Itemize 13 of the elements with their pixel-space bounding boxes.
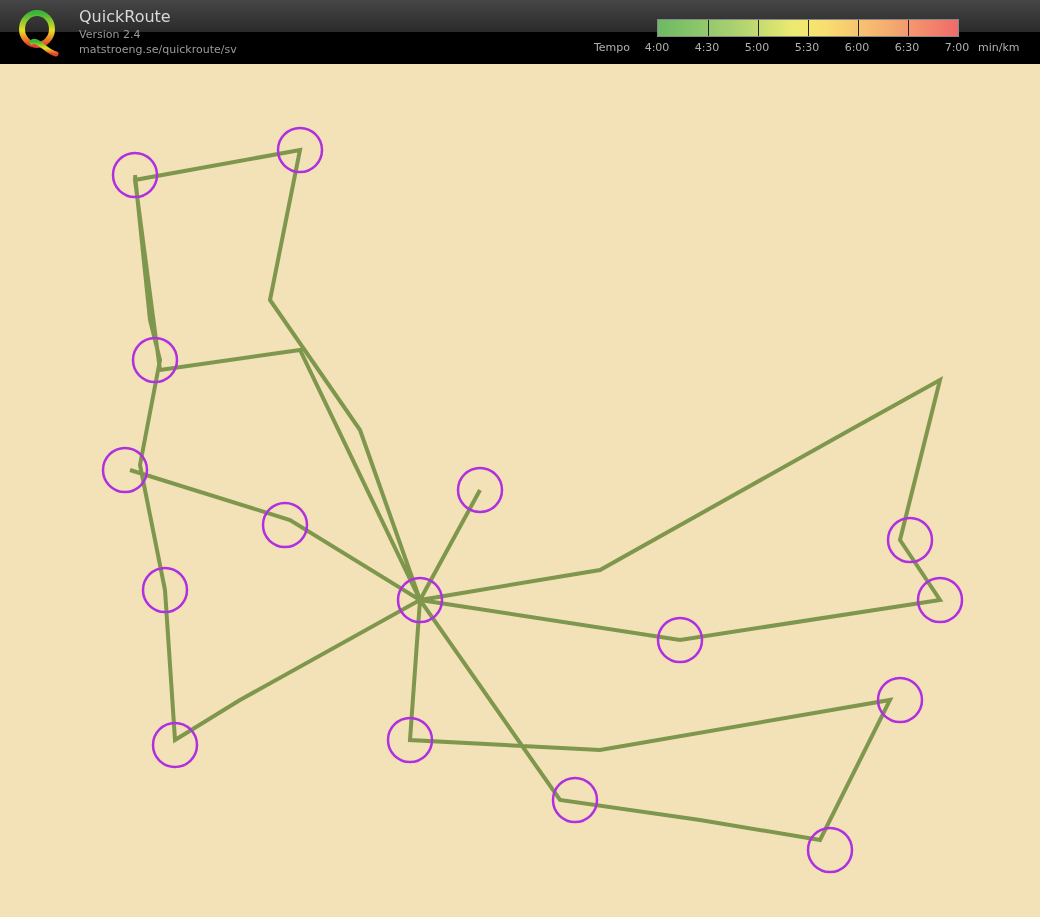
unit-label: min/km	[978, 41, 1020, 54]
app-title: QuickRoute	[79, 7, 172, 27]
logo-icon	[16, 8, 60, 58]
tempo-tick-label: 5:30	[793, 41, 821, 54]
tempo-tick-label: 6:00	[843, 41, 871, 54]
website-url: matstroeng.se/quickroute/sv	[79, 42, 237, 57]
tempo-tick-label: 4:30	[693, 41, 721, 54]
tempo-tick-label: 6:30	[893, 41, 921, 54]
tempo-tick-label: 5:00	[743, 41, 771, 54]
tempo-label: Tempo	[592, 41, 630, 54]
version-text: Version 2.4	[79, 27, 142, 42]
tempo-tick-label: 4:00	[643, 41, 671, 54]
tempo-tick-label: 7:00	[943, 41, 971, 54]
